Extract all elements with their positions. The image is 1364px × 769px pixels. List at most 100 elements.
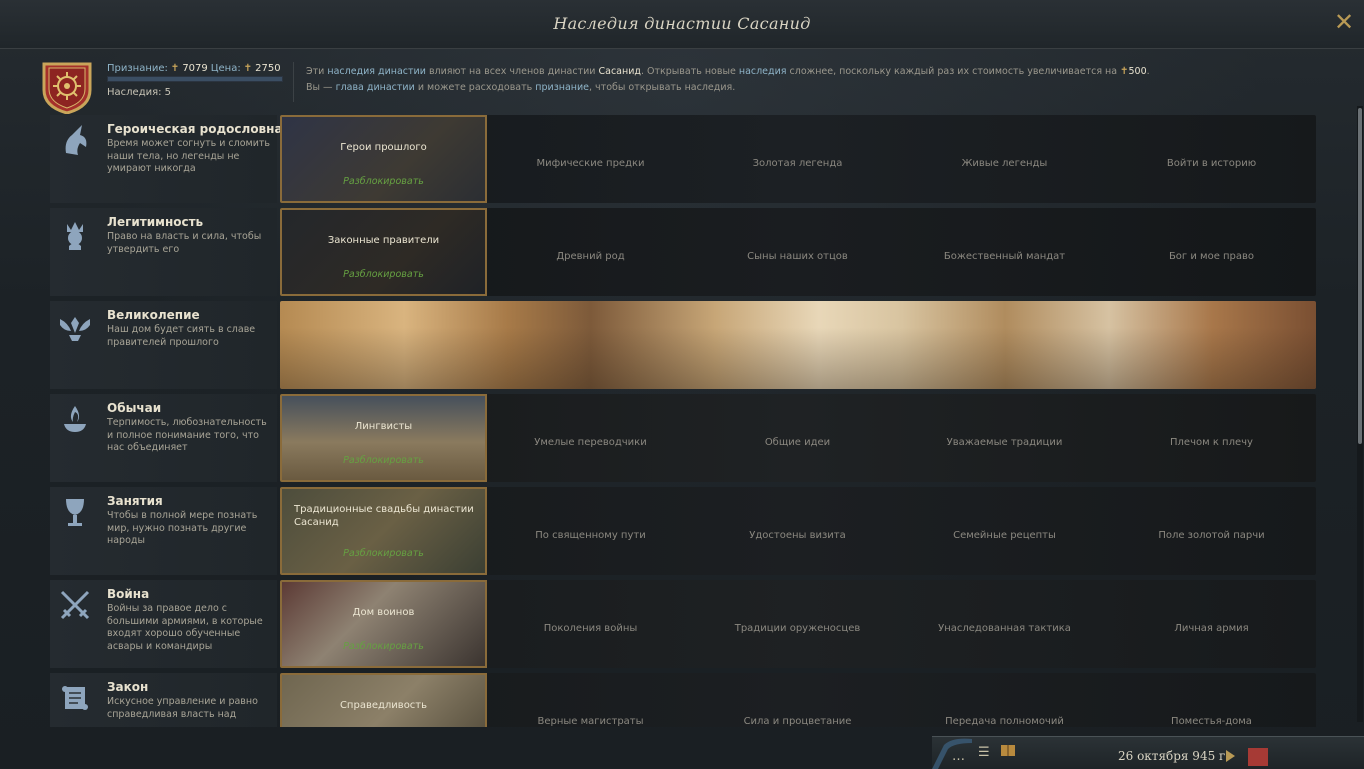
perk-locked[interactable]: Поколения войны [487,580,694,668]
ledger-book-icon[interactable] [1000,743,1016,757]
dynasty-name[interactable]: Сасанид [599,66,641,77]
perk-locked[interactable]: Божественный мандат [901,208,1108,296]
illustration-figures [280,301,1316,389]
perk-name: Традиционные свадьбы династии Сасанид [294,504,474,528]
legacy-description: Наш дом будет сиять в славе правителей п… [107,324,256,348]
legacy-track: Традиционные свадьбы династии Сасанид Раз… [280,487,1316,575]
perk-locked[interactable]: Золотая легенда [694,115,901,203]
desc-text: . Открывать новые [640,66,736,77]
perk-locked[interactable]: Древний род [487,208,694,296]
legacy-info: Война Войны за правое дело с большими арм… [50,580,277,668]
link-legacies[interactable]: наследия [739,66,787,77]
perk-locked[interactable]: Верные магистраты [487,673,694,727]
dynasty-header: Признание: ✝ 7079 Цена: ✝ 2750 Наследия:… [40,58,1360,114]
desc-text: , чтобы открывать наследия. [589,82,736,93]
perk-locked[interactable]: Общие идеи [694,394,901,482]
list-menu-icon[interactable]: ☰ [978,745,990,760]
perk-name: Бог и мое право [1168,251,1255,262]
perk-locked[interactable]: Личная армия [1108,580,1315,668]
perk-name: Семейные рецепты [953,530,1056,541]
perk-name: Справедливость [339,700,428,711]
perk-card-unlockable[interactable]: Герои прошлого Разблокировать [280,115,487,203]
perk-locked[interactable]: Бог и мое право [1108,208,1315,296]
perk-card-unlockable[interactable]: СправедливостьРазблокировать [280,673,487,727]
legacy-name: Героическая родословная [107,122,291,136]
legacy-info: Легитимность Право на власть и сила, чтоб… [50,208,277,296]
perk-locked[interactable]: Уважаемые традиции [901,394,1108,482]
perk-card-unlockable[interactable]: Дом воинов Разблокировать [280,580,487,668]
perk-locked[interactable]: Традиции оруженосцев [694,580,901,668]
perk-name: Поместья-дома [1171,716,1252,727]
legacy-description: Время может согнуть и сломить наши тела,… [107,138,271,174]
perk-locked[interactable]: Поместья-дома [1108,673,1315,727]
perk-locked[interactable]: Семейные рецепты [901,487,1108,575]
perk-name: Войти в историю [1166,158,1257,169]
prestige-progress-bar [107,76,283,82]
legacy-track: Герои прошлого Разблокировать Мифические п… [280,115,1316,203]
perk-name: Поколения войны [543,623,638,634]
unlock-button[interactable]: Разблокировать [282,548,485,559]
close-icon[interactable]: ✕ [1332,10,1356,34]
description-line-1: Эти наследия династии влияют на всех чле… [306,64,1356,80]
link-dynasty-legacies[interactable]: наследия династии [327,66,426,77]
legacy-info: Закон Искусное управление и равно справед… [50,673,277,727]
legacy-info: Героическая родословная Время может согну… [50,115,290,203]
completed-track-illustration [280,301,1316,389]
speed-indicator-icon[interactable] [1248,748,1268,766]
legacies-count: Наследия: 5 [107,87,172,98]
perk-locked[interactable]: Поле золотой парчи [1108,487,1315,575]
perk-name: Унаследованная тактика [938,623,1071,634]
dynasty-crest-icon [42,62,92,114]
scroll-icon [62,686,88,710]
perk-locked[interactable]: Войти в историю [1108,115,1315,203]
legacy-row: Обычаи Терпимость, любознательность и пол… [50,394,1316,482]
link-dynasty-head[interactable]: глава династии [336,82,415,93]
perk-card-unlockable[interactable]: Законные правители Разблокировать [280,208,487,296]
legacy-description: Войны за правое дело с большими армиями,… [107,603,263,652]
legacy-row: Закон Искусное управление и равно справед… [50,673,1316,727]
perk-card-unlockable[interactable]: Традиционные свадьбы династии Сасанид Раз… [280,487,487,575]
legacy-row: Занятия Чтобы в полной мере познать мир, … [50,487,1316,575]
unlock-button[interactable]: Разблокировать [282,269,485,280]
legacy-info: Обычаи Терпимость, любознательность и пол… [50,394,277,482]
perk-locked[interactable]: Унаследованная тактика [901,580,1108,668]
cost-label: Цена: [210,63,241,74]
legacy-track: СправедливостьРазблокировать Верные магис… [280,673,1316,727]
perk-locked[interactable]: Сыны наших отцов [694,208,901,296]
cost-value: 2750 [255,63,281,74]
unlock-button[interactable]: Разблокировать [282,176,485,187]
legacy-name: Легитимность [107,215,204,229]
play-icon[interactable] [1226,750,1235,762]
perk-name: Передача полномочий [945,716,1064,727]
link-renown[interactable]: признание [535,82,589,93]
scrollbar-thumb[interactable] [1358,108,1362,444]
perk-locked[interactable]: Плечом к плечу [1108,394,1315,482]
perk-locked[interactable]: По священному пути [487,487,694,575]
game-date: 26 октября 945 г. [1118,749,1230,763]
desc-text: влияют на всех членов династии [428,66,596,77]
unlock-button[interactable]: Разблокировать [282,455,485,466]
bottom-status-bar: … ☰ 26 октября 945 г. [932,736,1364,769]
perk-name: Личная армия [1174,623,1249,634]
perk-name: Сыны наших отцов [747,251,848,262]
legacy-track [280,301,1316,389]
perk-locked[interactable]: Сила и процветание [694,673,901,727]
perk-name: Законные правители [327,235,440,246]
crossed-swords-icon [60,590,90,620]
legacy-name: Занятия [107,494,163,508]
prestige-icon: ✝ [1120,66,1129,77]
ellipsis-icon[interactable]: … [952,749,965,764]
perk-name: Герои прошлого [340,142,427,153]
perk-card-unlockable[interactable]: Лингвисты Разблокировать [280,394,487,482]
perk-locked[interactable]: Живые легенды [901,115,1108,203]
perk-name: Удостоены визита [749,530,846,541]
perk-locked[interactable]: Удостоены визита [694,487,901,575]
unlock-button[interactable]: Разблокировать [282,641,485,652]
perk-locked[interactable]: Мифические предки [487,115,694,203]
perk-locked[interactable]: Умелые переводчики [487,394,694,482]
legacy-track: Лингвисты Разблокировать Умелые переводчик… [280,394,1316,482]
desc-text: Эти [306,66,325,77]
perk-name: Мифические предки [536,158,645,169]
legacy-row: Героическая родословная Время может согну… [50,115,1316,203]
perk-locked[interactable]: Передача полномочий [901,673,1108,727]
